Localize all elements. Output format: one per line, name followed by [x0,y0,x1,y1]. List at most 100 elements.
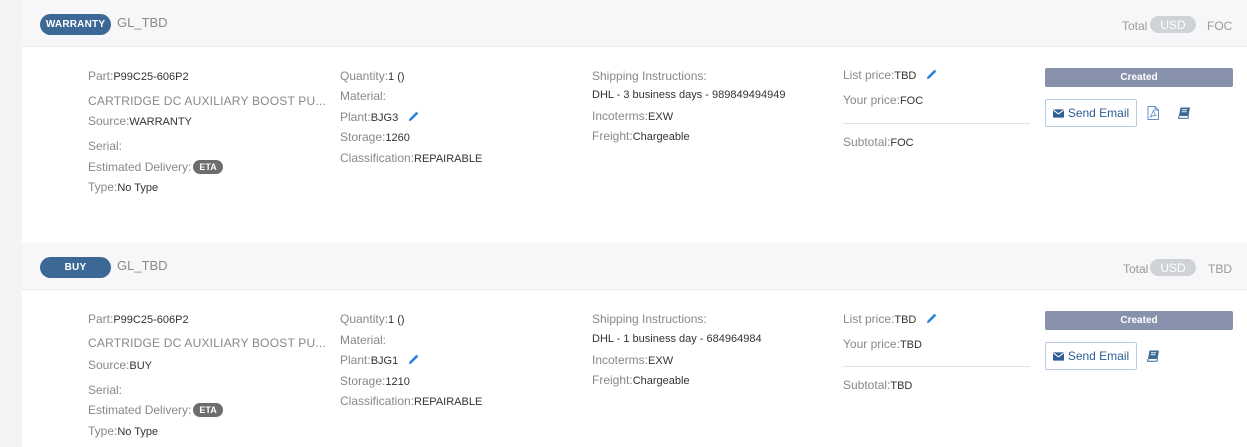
plant-value: BJG3 [370,112,399,124]
incoterms-field: Incoterms:EXW [592,353,673,367]
estimated-delivery-field: Estimated Delivery: ETA [88,160,223,174]
subtotal-field: Subtotal:FOC [843,135,914,149]
classification-label: Classification: [340,151,415,165]
estimated-delivery-field: Estimated Delivery: ETA [88,403,223,417]
total-value: FOC [1207,19,1233,33]
serial-label: Serial: [88,383,123,397]
part-description: CARTRIDGE DC AUXILIARY BOOST PU... [88,94,326,108]
storage-label: Storage: [340,130,386,144]
quantity-label: Quantity: [340,69,389,83]
storage-field: Storage:1260 [340,130,410,144]
total-value: TBD [1208,262,1232,276]
envelope-icon [1052,351,1064,361]
material-label: Material: [340,89,387,103]
type-value: No Type [117,182,159,194]
total-label: Total [1123,262,1149,276]
serial-field: Serial: [88,383,122,397]
classification-field: Classification:REPAIRABLE [340,394,482,408]
freight-field: Freight:Chargeable [592,373,690,387]
quantity-value: 1 () [388,314,405,326]
book-icon[interactable] [1145,348,1161,364]
shipping-instructions-value: DHL - 3 business days - 989849494949 [592,89,786,101]
classification-value: REPAIRABLE [414,153,483,165]
order-item-card-buy: BUY GL_TBD Total USD TBD Part:P99C25-606… [22,243,1247,447]
freight-label: Freight: [592,373,633,387]
your-price-label: Your price: [843,93,900,107]
source-value: WARRANTY [129,116,192,128]
edit-plant-pencil-icon[interactable] [408,111,419,125]
send-email-button[interactable]: Send Email [1045,99,1137,127]
send-email-label: Send Email [1067,349,1130,363]
material-label: Material: [340,333,387,347]
quantity-value: 1 () [388,71,405,83]
estimated-delivery-label: Estimated Delivery: [88,160,192,174]
subtotal-field: Subtotal:TBD [843,378,912,392]
list-price-field: List price:TBD [843,68,937,83]
storage-value: 1260 [385,132,410,144]
plant-label: Plant: [340,110,371,124]
material-field: Material: [340,333,386,347]
part-number: P99C25-606P2 [113,71,189,83]
card-body: Part:P99C25-606P2 CARTRIDGE DC AUXILIARY… [22,47,1247,227]
list-price-label: List price: [843,68,895,82]
subtotal-label: Subtotal: [843,135,891,149]
storage-value: 1210 [385,376,410,388]
book-icon[interactable] [1176,105,1192,121]
source-value: BUY [129,360,152,372]
source-field: Source:WARRANTY [88,114,192,128]
classification-field: Classification:REPAIRABLE [340,151,482,165]
source-label: Source: [88,114,130,128]
freight-field: Freight:Chargeable [592,129,690,143]
type-field: Type:No Type [88,424,158,438]
source-label: Source: [88,358,130,372]
material-field: Material: [340,89,386,103]
shipping-instructions-label: Shipping Instructions: [592,312,707,326]
your-price-value: TBD [899,339,922,351]
edit-plant-pencil-icon[interactable] [408,354,419,368]
your-price-label: Your price: [843,337,900,351]
freight-value: Chargeable [632,131,690,143]
part-description: CARTRIDGE DC AUXILIARY BOOST PU... [88,336,326,350]
quantity-field: Quantity:1 () [340,312,405,326]
classification-value: REPAIRABLE [414,396,483,408]
status-badge: Created [1045,311,1233,330]
incoterms-value: EXW [648,355,674,367]
part-label: Part: [88,69,114,83]
part-number: P99C25-606P2 [113,314,189,326]
price-divider [843,366,1030,367]
status-badge: Created [1045,68,1233,87]
incoterms-field: Incoterms:EXW [592,109,673,123]
send-email-label: Send Email [1067,106,1130,120]
serial-field: Serial: [88,139,122,153]
estimated-delivery-label: Estimated Delivery: [88,403,192,417]
subtotal-label: Subtotal: [843,378,891,392]
send-email-button[interactable]: Send Email [1045,342,1137,370]
your-price-field: Your price:TBD [843,337,922,351]
gl-code: GL_TBD [117,15,168,30]
list-price-field: List price:TBD [843,312,937,327]
storage-field: Storage:1210 [340,374,410,388]
your-price-field: Your price:FOC [843,93,923,107]
freight-label: Freight: [592,129,633,143]
list-price-label: List price: [843,312,895,326]
serial-label: Serial: [88,139,123,153]
incoterms-label: Incoterms: [592,109,649,123]
shipping-instructions-label: Shipping Instructions: [592,69,707,83]
plant-value: BJG1 [370,355,399,367]
total-label: Total [1122,19,1148,33]
card-header: BUY GL_TBD Total USD TBD [22,243,1247,290]
item-type-badge: WARRANTY [40,14,111,35]
list-price-value: TBD [894,314,917,326]
currency-pill: USD [1150,16,1196,33]
list-price-value: TBD [894,70,917,82]
incoterms-label: Incoterms: [592,353,649,367]
part-field: Part:P99C25-606P2 [88,69,189,83]
edit-list-price-pencil-icon[interactable] [926,313,937,327]
pdf-icon[interactable] [1145,105,1161,121]
part-field: Part:P99C25-606P2 [88,312,189,326]
type-label: Type: [88,180,118,194]
edit-list-price-pencil-icon[interactable] [926,69,937,83]
subtotal-value: FOC [890,137,914,149]
quantity-label: Quantity: [340,312,389,326]
type-label: Type: [88,424,118,438]
